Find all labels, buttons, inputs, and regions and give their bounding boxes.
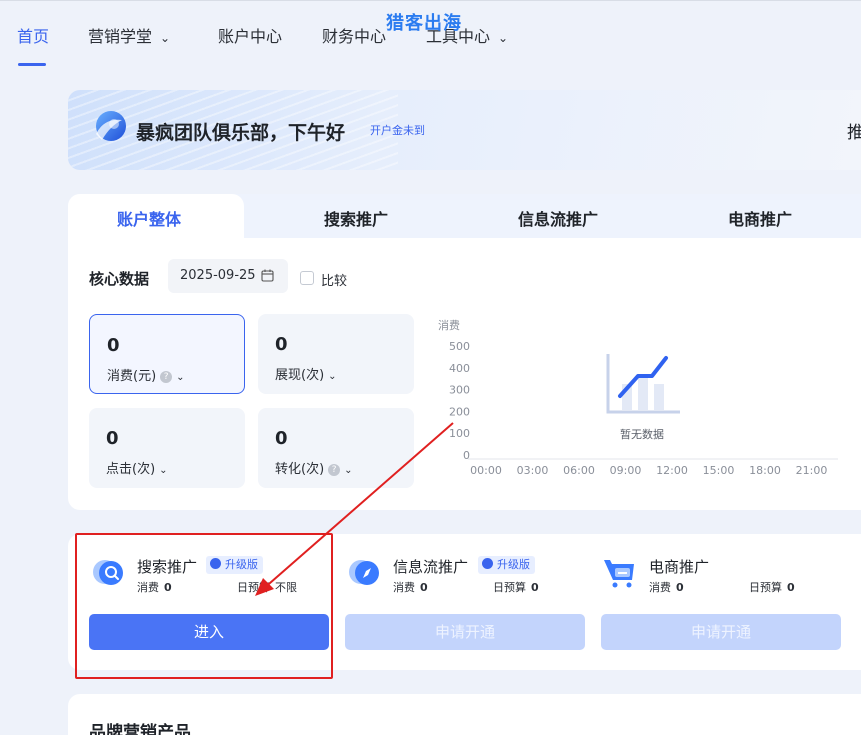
chart-x-tick-label: 06:00 bbox=[563, 464, 595, 477]
chart-y-ticks: 500 400 300 200 100 0 bbox=[449, 340, 470, 462]
annotation-highlight-box bbox=[75, 533, 333, 679]
metric-label: 点击(次) bbox=[106, 462, 156, 477]
top-nav: 首页 营销学堂 ⌄ 账户中心 财务中心 工具中心 ⌄ 猎客出海 bbox=[0, 0, 861, 68]
metric-card-clicks[interactable]: 0 点击(次) ⌄ bbox=[89, 408, 245, 488]
chevron-down-icon: ⌄ bbox=[498, 31, 509, 45]
tab-feed-promotion[interactable]: 信息流推广 bbox=[518, 206, 598, 230]
spend-value: 0 bbox=[420, 581, 428, 594]
spend-label: 消费 bbox=[649, 581, 671, 594]
budget-stat: 日预算 0 bbox=[749, 579, 795, 595]
calendar-icon bbox=[261, 269, 274, 282]
metric-label: 转化(次) bbox=[275, 462, 325, 477]
chart-y-tick-label: 500 bbox=[449, 340, 470, 353]
empty-data-text: 暂无数据 bbox=[620, 427, 664, 441]
apply-button[interactable]: 申请开通 bbox=[345, 614, 585, 650]
nav-marketing-school-label: 营销学堂 bbox=[88, 27, 153, 46]
metric-value: 0 bbox=[107, 335, 120, 356]
metric-card-spend[interactable]: 0 消费(元)? ⌄ bbox=[89, 314, 245, 394]
chevron-down-icon[interactable]: ⌄ bbox=[344, 465, 352, 476]
core-data-title: 核心数据 bbox=[89, 270, 150, 288]
budget-label: 日预算 bbox=[493, 581, 526, 594]
shopping-cart-icon bbox=[604, 560, 634, 588]
metric-label-row: 点击(次) ⌄ bbox=[106, 458, 168, 477]
budget-stat: 日预算 0 bbox=[493, 579, 539, 595]
nav-home[interactable]: 首页 bbox=[17, 23, 49, 47]
chart-x-tick-label: 18:00 bbox=[749, 464, 781, 477]
chart-x-ticks: 00:00 03:00 06:00 09:00 12:00 15:00 18:00 21:00 bbox=[470, 464, 827, 477]
chart-x-tick-label: 21:00 bbox=[796, 464, 828, 477]
tab-search-promotion[interactable]: 搜索推广 bbox=[324, 206, 388, 230]
tab-account-overall[interactable]: 账户整体 bbox=[117, 206, 181, 230]
metric-value: 0 bbox=[106, 428, 119, 449]
account-overview-card: 账户整体 搜索推广 信息流推广 电商推广 核心数据 2025-09-25 比较 … bbox=[68, 194, 861, 510]
brand-marketing-title: 品牌营销产品 bbox=[89, 723, 191, 735]
metric-label: 展现(次) bbox=[275, 368, 325, 383]
product-ecommerce: 电商推广 消费 0 日预算 0 申请开通 bbox=[580, 534, 841, 670]
budget-value: 0 bbox=[531, 581, 539, 594]
badge-label: 升级版 bbox=[497, 558, 530, 571]
metric-label-row: 展现(次) ⌄ bbox=[275, 364, 337, 383]
compare-checkbox[interactable] bbox=[300, 271, 314, 285]
chart-y-tick-label: 100 bbox=[449, 427, 470, 440]
metric-label-row: 消费(元)? ⌄ bbox=[107, 365, 185, 384]
apply-button[interactable]: 申请开通 bbox=[601, 614, 841, 650]
help-icon[interactable]: ? bbox=[160, 371, 173, 383]
tab-bar: 账户整体 搜索推广 信息流推广 电商推广 bbox=[68, 194, 861, 238]
upgrade-icon bbox=[482, 558, 493, 569]
budget-label: 日预算 bbox=[749, 581, 782, 594]
chart-x-tick-label: 15:00 bbox=[703, 464, 735, 477]
welcome-banner: 暴疯团队俱乐部，下午好 开户金未到 推 bbox=[68, 90, 861, 170]
notice-link[interactable]: 开户金未到 bbox=[370, 122, 425, 138]
spend-stat: 消费 0 bbox=[649, 579, 684, 595]
product-name: 电商推广 bbox=[649, 558, 710, 576]
budget-value: 0 bbox=[787, 581, 795, 594]
metric-card-impressions[interactable]: 0 展现(次) ⌄ bbox=[258, 314, 414, 394]
chart-y-tick-label: 200 bbox=[449, 405, 470, 418]
date-picker[interactable]: 2025-09-25 bbox=[168, 259, 288, 293]
upgrade-badge: 升级版 bbox=[478, 556, 535, 574]
chevron-down-icon: ⌄ bbox=[160, 31, 171, 45]
nav-finance-center[interactable]: 财务中心 bbox=[322, 23, 386, 47]
banner-edge-text: 推 bbox=[847, 123, 861, 143]
metric-value: 0 bbox=[275, 334, 288, 355]
chevron-down-icon[interactable]: ⌄ bbox=[176, 372, 184, 383]
nav-account-center[interactable]: 账户中心 bbox=[218, 23, 282, 47]
product-feed: 信息流推广 升级版 消费 0 日预算 0 申请开通 bbox=[324, 534, 585, 670]
chart-x-tick-label: 00:00 bbox=[470, 464, 502, 477]
compare-label: 比较 bbox=[321, 274, 348, 289]
brand-logo-icon bbox=[96, 111, 126, 141]
spend-chart: 消费 500 400 300 200 100 0 00:00 03:00 06:00 09:00… bbox=[438, 318, 838, 477]
nav-marketing-school[interactable]: 营销学堂 ⌄ bbox=[88, 23, 170, 47]
chart-y-tick-label: 300 bbox=[449, 384, 470, 397]
greeting-text: 暴疯团队俱乐部，下午好 bbox=[136, 122, 346, 144]
chart-y-tick-label: 0 bbox=[463, 449, 470, 462]
nav-active-indicator bbox=[18, 63, 46, 66]
empty-chart-icon bbox=[606, 354, 680, 414]
spend-label: 消费 bbox=[393, 581, 415, 594]
chart-y-tick-label: 400 bbox=[449, 362, 470, 375]
spend-value: 0 bbox=[676, 581, 684, 594]
spend-stat: 消费 0 bbox=[393, 579, 428, 595]
chart-x-tick-label: 09:00 bbox=[610, 464, 642, 477]
compass-icon bbox=[349, 560, 379, 585]
help-icon[interactable]: ? bbox=[328, 464, 341, 476]
chart-x-tick-label: 03:00 bbox=[517, 464, 549, 477]
tab-ecommerce-promotion[interactable]: 电商推广 bbox=[728, 206, 792, 230]
brand-marketing-card: 品牌营销产品 bbox=[68, 694, 861, 735]
metric-label-row: 转化(次)? ⌄ bbox=[275, 458, 353, 477]
chart-y-axis-label: 消费 bbox=[438, 318, 460, 332]
metric-label: 消费(元) bbox=[107, 369, 157, 384]
product-name: 信息流推广 bbox=[393, 558, 469, 576]
chevron-down-icon[interactable]: ⌄ bbox=[159, 465, 167, 476]
watermark: 猎客出海 bbox=[386, 13, 462, 34]
metric-card-conversions[interactable]: 0 转化(次)? ⌄ bbox=[258, 408, 414, 488]
chart-x-tick-label: 12:00 bbox=[656, 464, 688, 477]
chevron-down-icon[interactable]: ⌄ bbox=[328, 371, 336, 382]
metric-value: 0 bbox=[275, 428, 288, 449]
date-value: 2025-09-25 bbox=[180, 268, 256, 283]
